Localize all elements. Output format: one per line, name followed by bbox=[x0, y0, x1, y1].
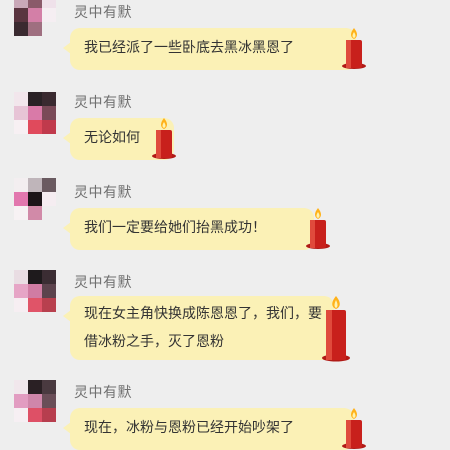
sender-name: 灵中有默 bbox=[74, 275, 132, 291]
message-bubble[interactable]: 我已经派了一些卧底去黑冰黑恩了 bbox=[63, 28, 356, 70]
avatar[interactable] bbox=[14, 380, 56, 422]
message-text: 我们一定要给她们抬黑成功！ bbox=[84, 220, 266, 236]
sender-name: 灵中有默 bbox=[74, 5, 132, 21]
message-text: 现在女主角快换成陈恩恩了，我们，要借冰粉之手，灭了恩粉 bbox=[84, 306, 322, 350]
message-bubble[interactable]: 现在女主角快换成陈恩恩了，我们，要借冰粉之手，灭了恩粉 bbox=[63, 296, 334, 360]
message-bubble[interactable]: 现在，冰粉与恩粉已经开始吵架了 bbox=[63, 408, 354, 450]
message-text: 我已经派了一些卧底去黑冰黑恩了 bbox=[84, 40, 294, 56]
avatar[interactable] bbox=[14, 92, 56, 134]
candle-icon bbox=[340, 26, 368, 70]
candle-icon bbox=[320, 294, 352, 362]
avatar[interactable] bbox=[14, 270, 56, 312]
candle-icon bbox=[340, 406, 368, 450]
message-text: 无论如何 bbox=[84, 130, 140, 146]
sender-name: 灵中有默 bbox=[74, 385, 132, 401]
candle-icon bbox=[150, 116, 178, 160]
candle-icon bbox=[304, 206, 332, 250]
avatar[interactable] bbox=[14, 178, 56, 220]
message-bubble[interactable]: 我们一定要给她们抬黑成功！ bbox=[63, 208, 314, 250]
avatar[interactable] bbox=[14, 0, 56, 36]
sender-name: 灵中有默 bbox=[74, 185, 132, 201]
message-text: 现在，冰粉与恩粉已经开始吵架了 bbox=[84, 420, 294, 436]
sender-name: 灵中有默 bbox=[74, 95, 132, 111]
